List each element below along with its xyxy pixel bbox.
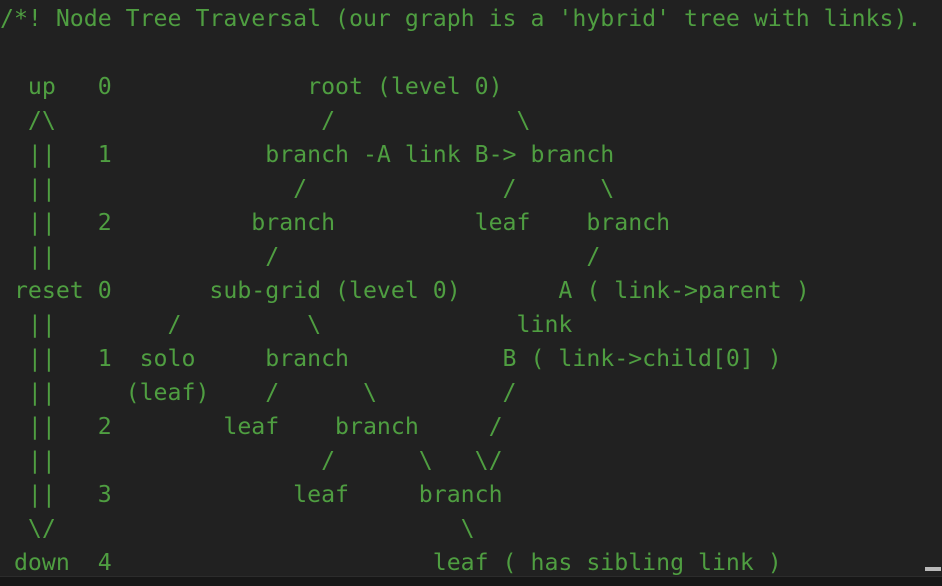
code-content: /*! Node Tree Traversal (our graph is a …	[0, 5, 922, 576]
ascii-tree-diagram-source[interactable]: /*! Node Tree Traversal (our graph is a …	[0, 0, 942, 580]
text-caret	[925, 567, 941, 571]
horizontal-scrollbar[interactable]	[0, 576, 942, 586]
code-text-surface[interactable]: /*! Node Tree Traversal (our graph is a …	[0, 0, 942, 576]
code-editor-window: /*! Node Tree Traversal (our graph is a …	[0, 0, 942, 586]
